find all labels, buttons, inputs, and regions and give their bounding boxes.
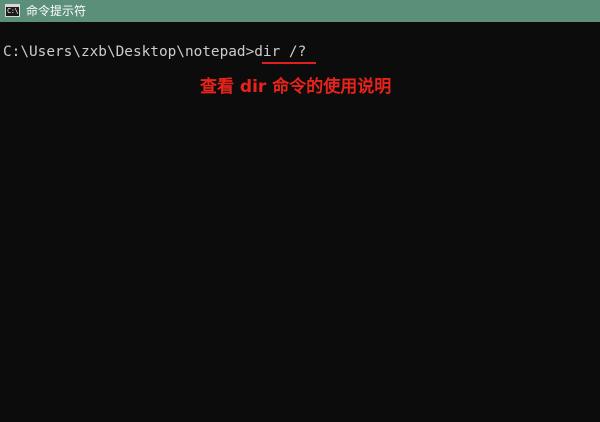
cmd-icon: C:\ bbox=[5, 4, 20, 17]
title-bar[interactable]: C:\ 命令提示符 bbox=[0, 0, 600, 22]
icon-prompt-glyph: C:\ bbox=[7, 7, 19, 15]
console-area[interactable]: C:\Users\zxb\Desktop\notepad>dir /? 查看 d… bbox=[0, 22, 600, 422]
command-prompt-window: C:\ 命令提示符 C:\Users\zxb\Desktop\notepad>d… bbox=[0, 0, 600, 422]
command-underline-annotation bbox=[262, 62, 316, 64]
typed-command: dir /? bbox=[254, 44, 307, 60]
command-line: C:\Users\zxb\Desktop\notepad>dir /? bbox=[3, 43, 306, 61]
annotation-text: 查看 dir 命令的使用说明 bbox=[200, 77, 392, 97]
window-title: 命令提示符 bbox=[26, 4, 87, 18]
prompt-path: C:\Users\zxb\Desktop\notepad> bbox=[3, 44, 255, 60]
